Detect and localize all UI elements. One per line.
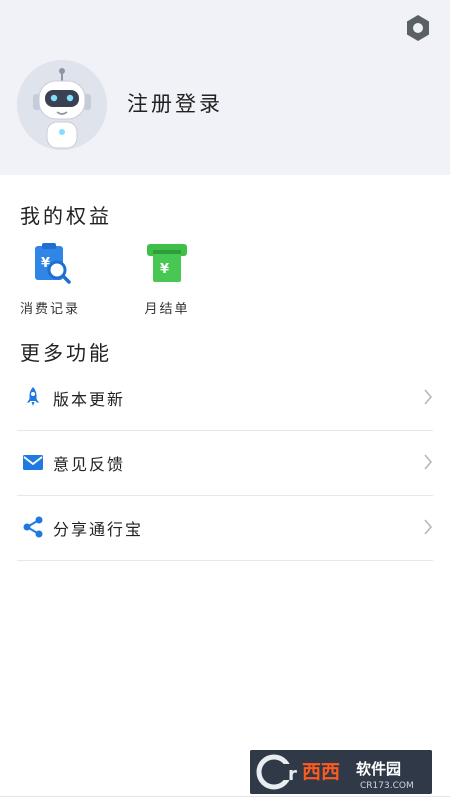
share-icon (23, 516, 43, 538)
mail-icon (23, 455, 43, 470)
feedback-row[interactable]: 意见反馈 (17, 431, 433, 496)
chevron-right-icon (424, 519, 433, 535)
monthly-statement-button[interactable]: ¥ 月结单 (132, 238, 202, 318)
more-features-title: 更多功能 (20, 341, 112, 365)
feedback-label: 意见反馈 (53, 455, 126, 474)
share-label: 分享通行宝 (53, 520, 144, 539)
profile-header: 注册登录 (0, 0, 450, 175)
benefits-title: 我的权益 (20, 204, 112, 228)
consumption-record-button[interactable]: ¥ 消费记录 (15, 238, 85, 318)
monthly-statement-label: 月结单 (144, 302, 190, 317)
consumption-record-icon: ¥ (35, 243, 71, 284)
chevron-right-icon (424, 389, 433, 405)
bottom-divider (0, 796, 450, 797)
login-register-label[interactable]: 注册登录 (127, 88, 223, 118)
consumption-record-label: 消费记录 (19, 302, 80, 317)
version-update-label: 版本更新 (53, 390, 126, 409)
svg-text:r: r (288, 764, 297, 785)
svg-text:CR173.COM: CR173.COM (360, 781, 414, 791)
share-row[interactable]: 分享通行宝 (17, 496, 433, 561)
rocket-icon (27, 387, 39, 406)
avatar[interactable] (17, 60, 107, 150)
svg-text:西西: 西西 (302, 761, 340, 783)
robot-avatar-icon (17, 60, 107, 150)
site-watermark-logo: r 西西 软件园 CR173.COM (250, 750, 432, 794)
monthly-statement-icon: ¥ (147, 244, 187, 282)
svg-text:软件园: 软件园 (356, 760, 401, 778)
version-update-row[interactable]: 版本更新 (17, 366, 433, 431)
settings-icon[interactable] (402, 12, 434, 44)
svg-text:¥: ¥ (160, 262, 169, 277)
chevron-right-icon (424, 454, 433, 470)
